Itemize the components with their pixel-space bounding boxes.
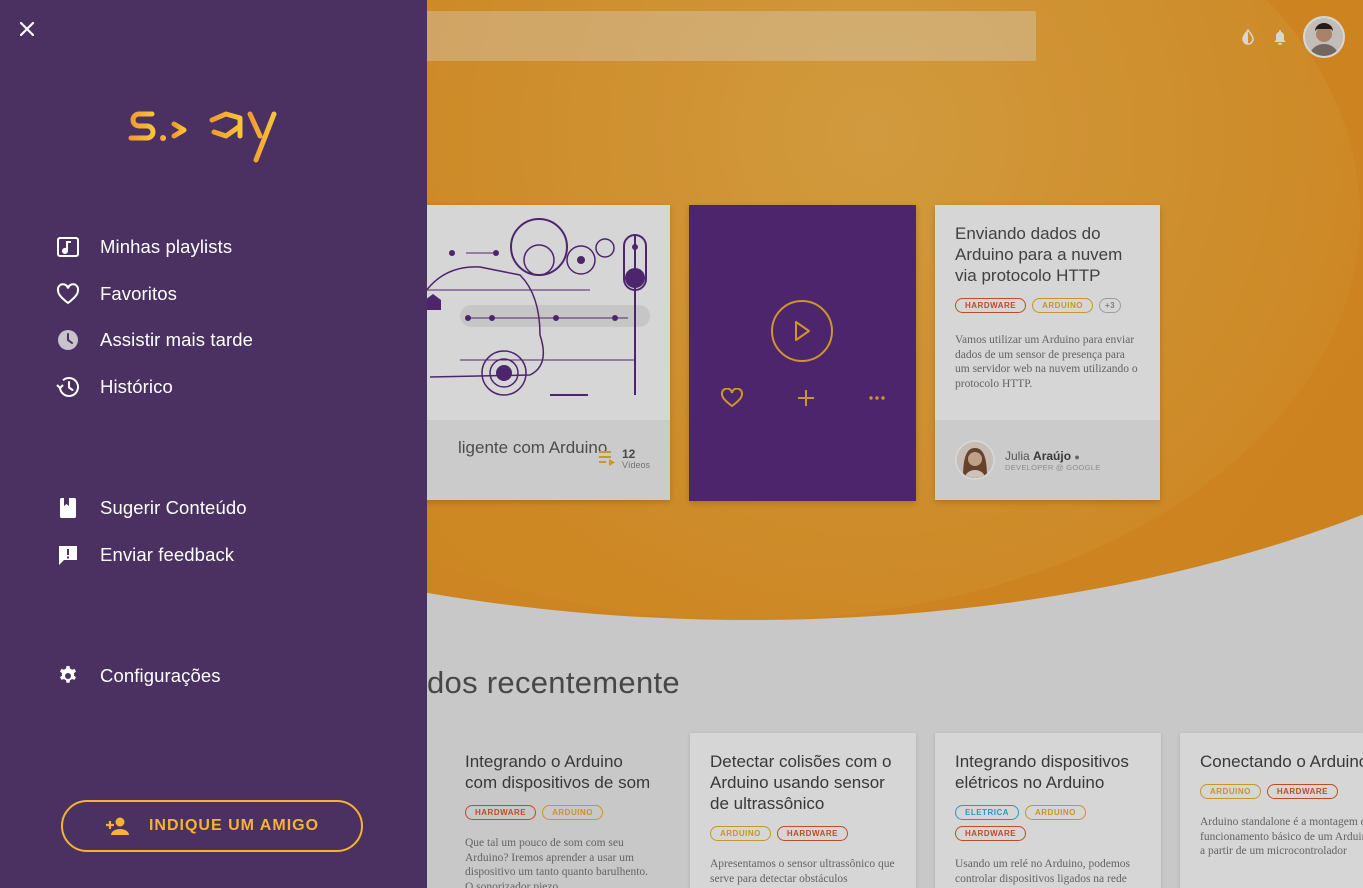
close-drawer-button[interactable] [14,16,40,42]
nav-item-label: Assistir mais tarde [100,329,254,351]
nav-item-label: Favoritos [100,282,177,304]
splay-logo[interactable] [128,96,298,171]
book-icon [54,494,82,522]
drawer-settings-nav: Configurações [54,653,394,700]
invite-friend-button[interactable]: INDIQUE UM AMIGO [61,800,363,852]
drawer-secondary-nav: Sugerir Conteúdo Enviar feedback [54,485,394,578]
nav-item-sugerir-conteudo[interactable]: Sugerir Conteúdo [54,485,394,532]
invite-friend-label: INDIQUE UM AMIGO [148,817,320,834]
nav-item-favoritos[interactable]: Favoritos [54,271,394,318]
clock-icon [54,326,82,354]
gear-icon [54,662,82,690]
add-person-icon [105,817,129,835]
feedback-icon [54,541,82,569]
nav-item-label: Configurações [100,665,221,687]
nav-item-configuracoes[interactable]: Configurações [54,653,394,700]
playlist-icon [54,233,82,261]
heart-icon [54,280,82,308]
nav-item-assistir-mais-tarde[interactable]: Assistir mais tarde [54,317,394,364]
close-icon [19,21,35,37]
nav-item-label: Histórico [100,375,173,397]
nav-item-label: Minhas playlists [100,236,233,258]
navigation-drawer: Minhas playlists Favoritos Assistir mais… [0,0,427,888]
nav-item-label: Sugerir Conteúdo [100,497,247,519]
nav-item-historico[interactable]: Histórico [54,364,394,411]
drawer-primary-nav: Minhas playlists Favoritos Assistir mais… [54,224,394,410]
nav-item-label: Enviar feedback [100,543,235,565]
history-icon [54,373,82,401]
nav-item-enviar-feedback[interactable]: Enviar feedback [54,532,394,579]
nav-item-minhas-playlists[interactable]: Minhas playlists [54,224,394,271]
